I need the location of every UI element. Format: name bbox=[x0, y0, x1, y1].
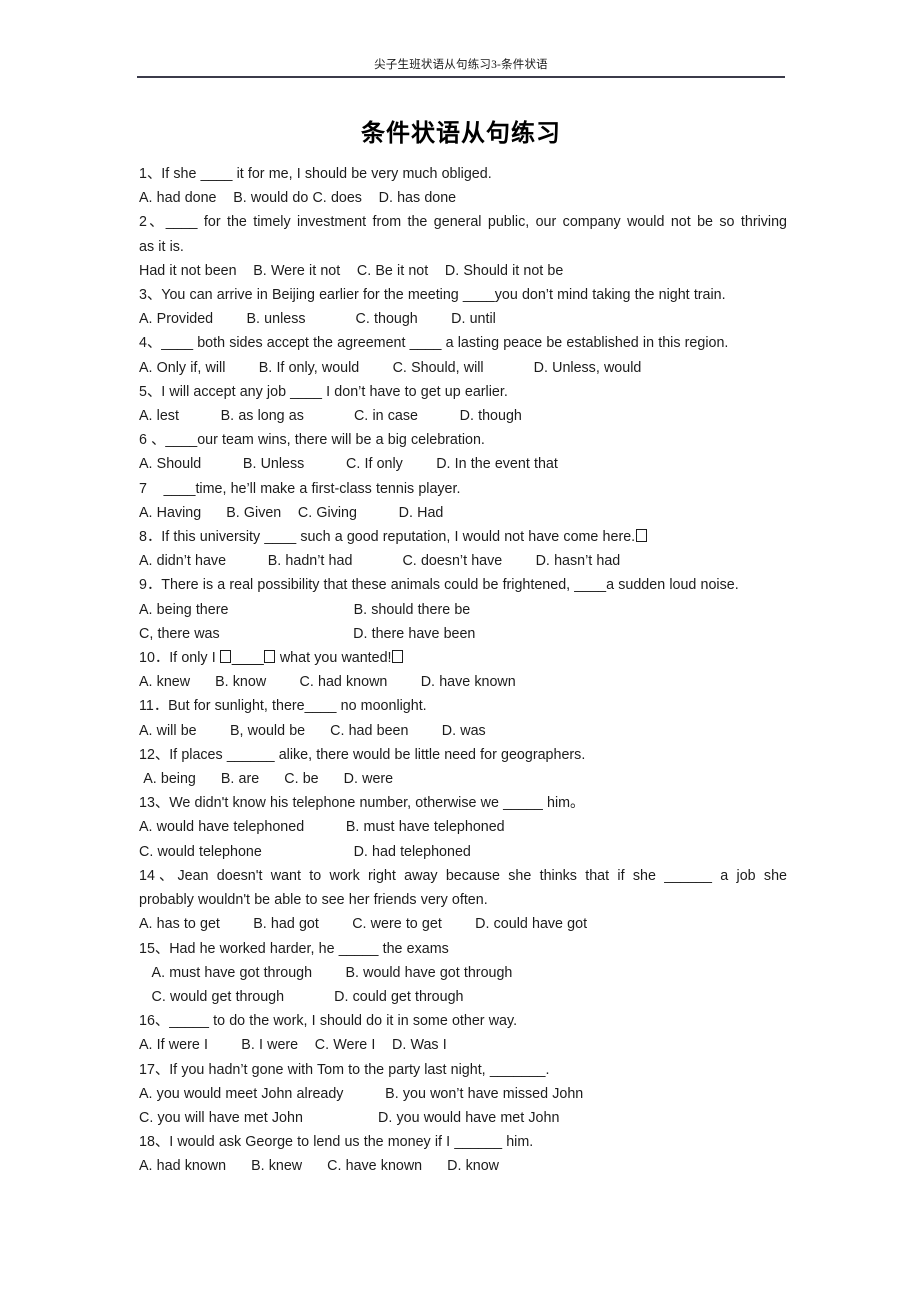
question-18-stem: 18、I would ask George to lend us the mon… bbox=[139, 1134, 534, 1151]
question-9-options-ab: A. being there B. should there be bbox=[139, 601, 471, 618]
question-8-stem: 8．If this university ____ such a good re… bbox=[139, 525, 787, 549]
question-13-options-cd: C. would telephone D. had telephoned bbox=[139, 843, 471, 860]
header-title: 尖子生班状语从句练习3-条件状语 bbox=[374, 59, 548, 71]
question-17-stem: 17、If you hadn’t gone with Tom to the pa… bbox=[139, 1061, 550, 1078]
question-15-options-cd: C. would get through D. could get throug… bbox=[139, 988, 464, 1005]
question-2-options: Had it not been B. Were it not C. Be it … bbox=[139, 262, 564, 279]
question-1-stem: 1、If she ____ it for me, I should be ver… bbox=[139, 166, 492, 182]
missing-glyph-box bbox=[220, 650, 232, 664]
question-15-options-ab: A. must have got through B. would have g… bbox=[139, 964, 513, 981]
question-6-options: A. Should B. Unless C. If only D. In the… bbox=[139, 456, 558, 473]
question-10-stem-suffix: what you wanted! bbox=[275, 650, 392, 667]
question-2-stem: 2、____ for the timely investment from th… bbox=[139, 214, 787, 231]
question-14-stem: 14、Jean doesn't want to work right away … bbox=[139, 867, 787, 884]
question-18-options: A. had known B. knew C. have known D. kn… bbox=[139, 1158, 500, 1175]
question-17-options-ab: A. you would meet John already B. you wo… bbox=[139, 1085, 584, 1102]
question-3-options: A. Provided B. unless C. though D. until bbox=[139, 311, 496, 328]
question-6-stem: 6 、____our team wins, there will be a bi… bbox=[139, 432, 485, 449]
header-divider bbox=[137, 76, 785, 78]
question-4-stem: 4、____ both sides accept the agreement _… bbox=[139, 335, 729, 352]
question-2-stem-continued: as it is. bbox=[139, 238, 184, 255]
question-8-stem-text: 8．If this university ____ such a good re… bbox=[139, 529, 636, 546]
question-9-stem: 9．There is a real possibility that these… bbox=[139, 577, 739, 594]
document-page: 尖子生班状语从句练习3-条件状语 条件状语从句练习 1、If she ____ … bbox=[0, 0, 920, 1302]
missing-glyph-box bbox=[392, 650, 404, 664]
question-1-options: A. had done B. would do C. does D. has d… bbox=[139, 190, 457, 207]
question-5-options: A. lest B. as long as C. in case D. thou… bbox=[139, 408, 522, 425]
question-11-stem: 11．But for sunlight, there____ no moonli… bbox=[139, 698, 427, 715]
question-15-stem: 15、Had he worked harder, he _____ the ex… bbox=[139, 940, 449, 957]
question-7-stem: 7 ____time, he’ll make a first-class ten… bbox=[139, 480, 461, 497]
question-16-stem: 16、_____ to do the work, I should do it … bbox=[139, 1013, 518, 1030]
question-list: 1、If she ____ it for me, I should be ver… bbox=[139, 162, 787, 1179]
missing-glyph-box bbox=[635, 529, 647, 543]
question-13-stem: 13、We didn't know his telephone number, … bbox=[139, 795, 585, 812]
question-5-stem: 5、I will accept any job ____ I don’t hav… bbox=[139, 383, 508, 400]
question-11-options: A. will be B, would be C. had been D. wa… bbox=[139, 722, 486, 739]
question-10-stem: 10．If only I ____ what you wanted! bbox=[139, 646, 787, 670]
question-13-options-ab: A. would have telephoned B. must have te… bbox=[139, 819, 505, 836]
question-10-options: A. knew B. know C. had known D. have kno… bbox=[139, 674, 516, 691]
missing-glyph-box bbox=[264, 650, 276, 664]
question-8-options: A. didn’t have B. hadn’t had C. doesn’t … bbox=[139, 553, 621, 570]
question-10-stem-prefix: 10．If only I bbox=[139, 650, 220, 667]
question-3-stem: 3、You can arrive in Beijing earlier for … bbox=[139, 287, 726, 304]
page-header: 尖子生班状语从句练习3-条件状语 bbox=[137, 57, 785, 78]
question-16-options: A. If were I B. I were C. Were I D. Was … bbox=[139, 1037, 447, 1054]
question-14-options: A. has to get B. had got C. were to get … bbox=[139, 916, 588, 933]
question-14-stem-continued: probably wouldn't be able to see her fri… bbox=[139, 892, 488, 909]
page-title: 条件状语从句练习 bbox=[361, 120, 561, 147]
question-12-options: A. being B. are C. be D. were bbox=[139, 771, 394, 788]
question-17-options-cd: C. you will have met John D. you would h… bbox=[139, 1109, 560, 1126]
question-7-options: A. Having B. Given C. Giving D. Had bbox=[139, 504, 444, 521]
question-9-options-cd: C, there was D. there have been bbox=[139, 625, 476, 642]
question-4-options: A. Only if, will B. If only, would C. Sh… bbox=[139, 359, 642, 376]
question-12-stem: 12、If places ______ alike, there would b… bbox=[139, 746, 586, 763]
question-10-blank: ____ bbox=[231, 650, 264, 667]
